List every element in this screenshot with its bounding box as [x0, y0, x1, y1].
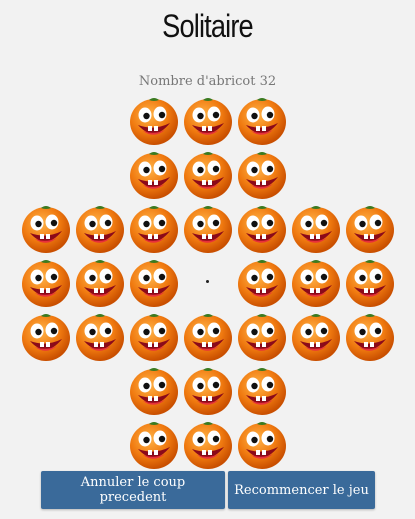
apricot-face-icon: [289, 201, 343, 255]
apricot-face-icon: [181, 201, 235, 255]
apricot-face-icon: [235, 147, 289, 201]
apricot-face-icon: [19, 309, 73, 363]
apricot-face-icon: [127, 201, 181, 255]
board-cell-peg[interactable]: [73, 309, 127, 363]
apricot-face-icon: [235, 93, 289, 147]
board-cell-peg[interactable]: [19, 255, 73, 309]
board-cell-peg[interactable]: [19, 309, 73, 363]
board-cell-peg[interactable]: [181, 363, 235, 417]
apricot-face-icon: [127, 147, 181, 201]
empty-hole-icon: [206, 280, 209, 283]
apricot-face-icon: [127, 93, 181, 147]
board-cell-peg[interactable]: [73, 255, 127, 309]
apricot-face-icon: [181, 363, 235, 417]
apricot-face-icon: [235, 417, 289, 471]
board-cell-peg[interactable]: [289, 201, 343, 255]
apricot-face-icon: [235, 201, 289, 255]
apricot-face-icon: [343, 255, 397, 309]
apricot-face-icon: [127, 363, 181, 417]
board-cell-peg[interactable]: [127, 147, 181, 201]
apricot-face-icon: [181, 93, 235, 147]
apricot-face-icon: [181, 417, 235, 471]
board-cell-peg[interactable]: [181, 417, 235, 471]
apricot-face-icon: [235, 309, 289, 363]
apricot-face-icon: [235, 363, 289, 417]
apricot-face-icon: [181, 309, 235, 363]
undo-button[interactable]: Annuler le coup precedent: [41, 471, 225, 509]
board-cell-peg[interactable]: [343, 255, 397, 309]
board-cell-peg[interactable]: [19, 201, 73, 255]
board-cell-empty[interactable]: [181, 255, 235, 309]
board-cell-peg[interactable]: [235, 417, 289, 471]
apricot-face-icon: [127, 255, 181, 309]
board-cell-peg[interactable]: [127, 201, 181, 255]
board-cell-peg[interactable]: [235, 201, 289, 255]
board-cell-peg[interactable]: [235, 309, 289, 363]
board-cell-peg[interactable]: [343, 201, 397, 255]
apricot-face-icon: [73, 201, 127, 255]
apricot-face-icon: [73, 309, 127, 363]
apricot-face-icon: [343, 201, 397, 255]
board-cell-peg[interactable]: [127, 93, 181, 147]
board-cell-peg[interactable]: [235, 147, 289, 201]
board-cell-peg[interactable]: [181, 147, 235, 201]
apricot-face-icon: [127, 417, 181, 471]
board-cell-peg[interactable]: [127, 255, 181, 309]
board-cell-peg[interactable]: [235, 93, 289, 147]
apricot-face-icon: [181, 147, 235, 201]
board-cell-peg[interactable]: [127, 363, 181, 417]
board-cell-peg[interactable]: [181, 93, 235, 147]
apricot-face-icon: [289, 255, 343, 309]
apricot-face-icon: [19, 255, 73, 309]
board-cell-peg[interactable]: [289, 255, 343, 309]
apricot-face-icon: [127, 309, 181, 363]
board-cell-peg[interactable]: [181, 201, 235, 255]
board-cell-peg[interactable]: [343, 309, 397, 363]
apricot-face-icon: [289, 309, 343, 363]
board-cell-peg[interactable]: [235, 363, 289, 417]
board-cell-peg[interactable]: [289, 309, 343, 363]
board-cell-peg[interactable]: [235, 255, 289, 309]
apricot-face-icon: [235, 255, 289, 309]
apricot-face-icon: [343, 309, 397, 363]
restart-button[interactable]: Recommencer le jeu: [228, 471, 375, 509]
board-cell-peg[interactable]: [127, 417, 181, 471]
solitaire-board: [0, 0, 415, 519]
apricot-face-icon: [19, 201, 73, 255]
board-cell-peg[interactable]: [181, 309, 235, 363]
apricot-face-icon: [73, 255, 127, 309]
board-cell-peg[interactable]: [73, 201, 127, 255]
board-cell-peg[interactable]: [127, 309, 181, 363]
